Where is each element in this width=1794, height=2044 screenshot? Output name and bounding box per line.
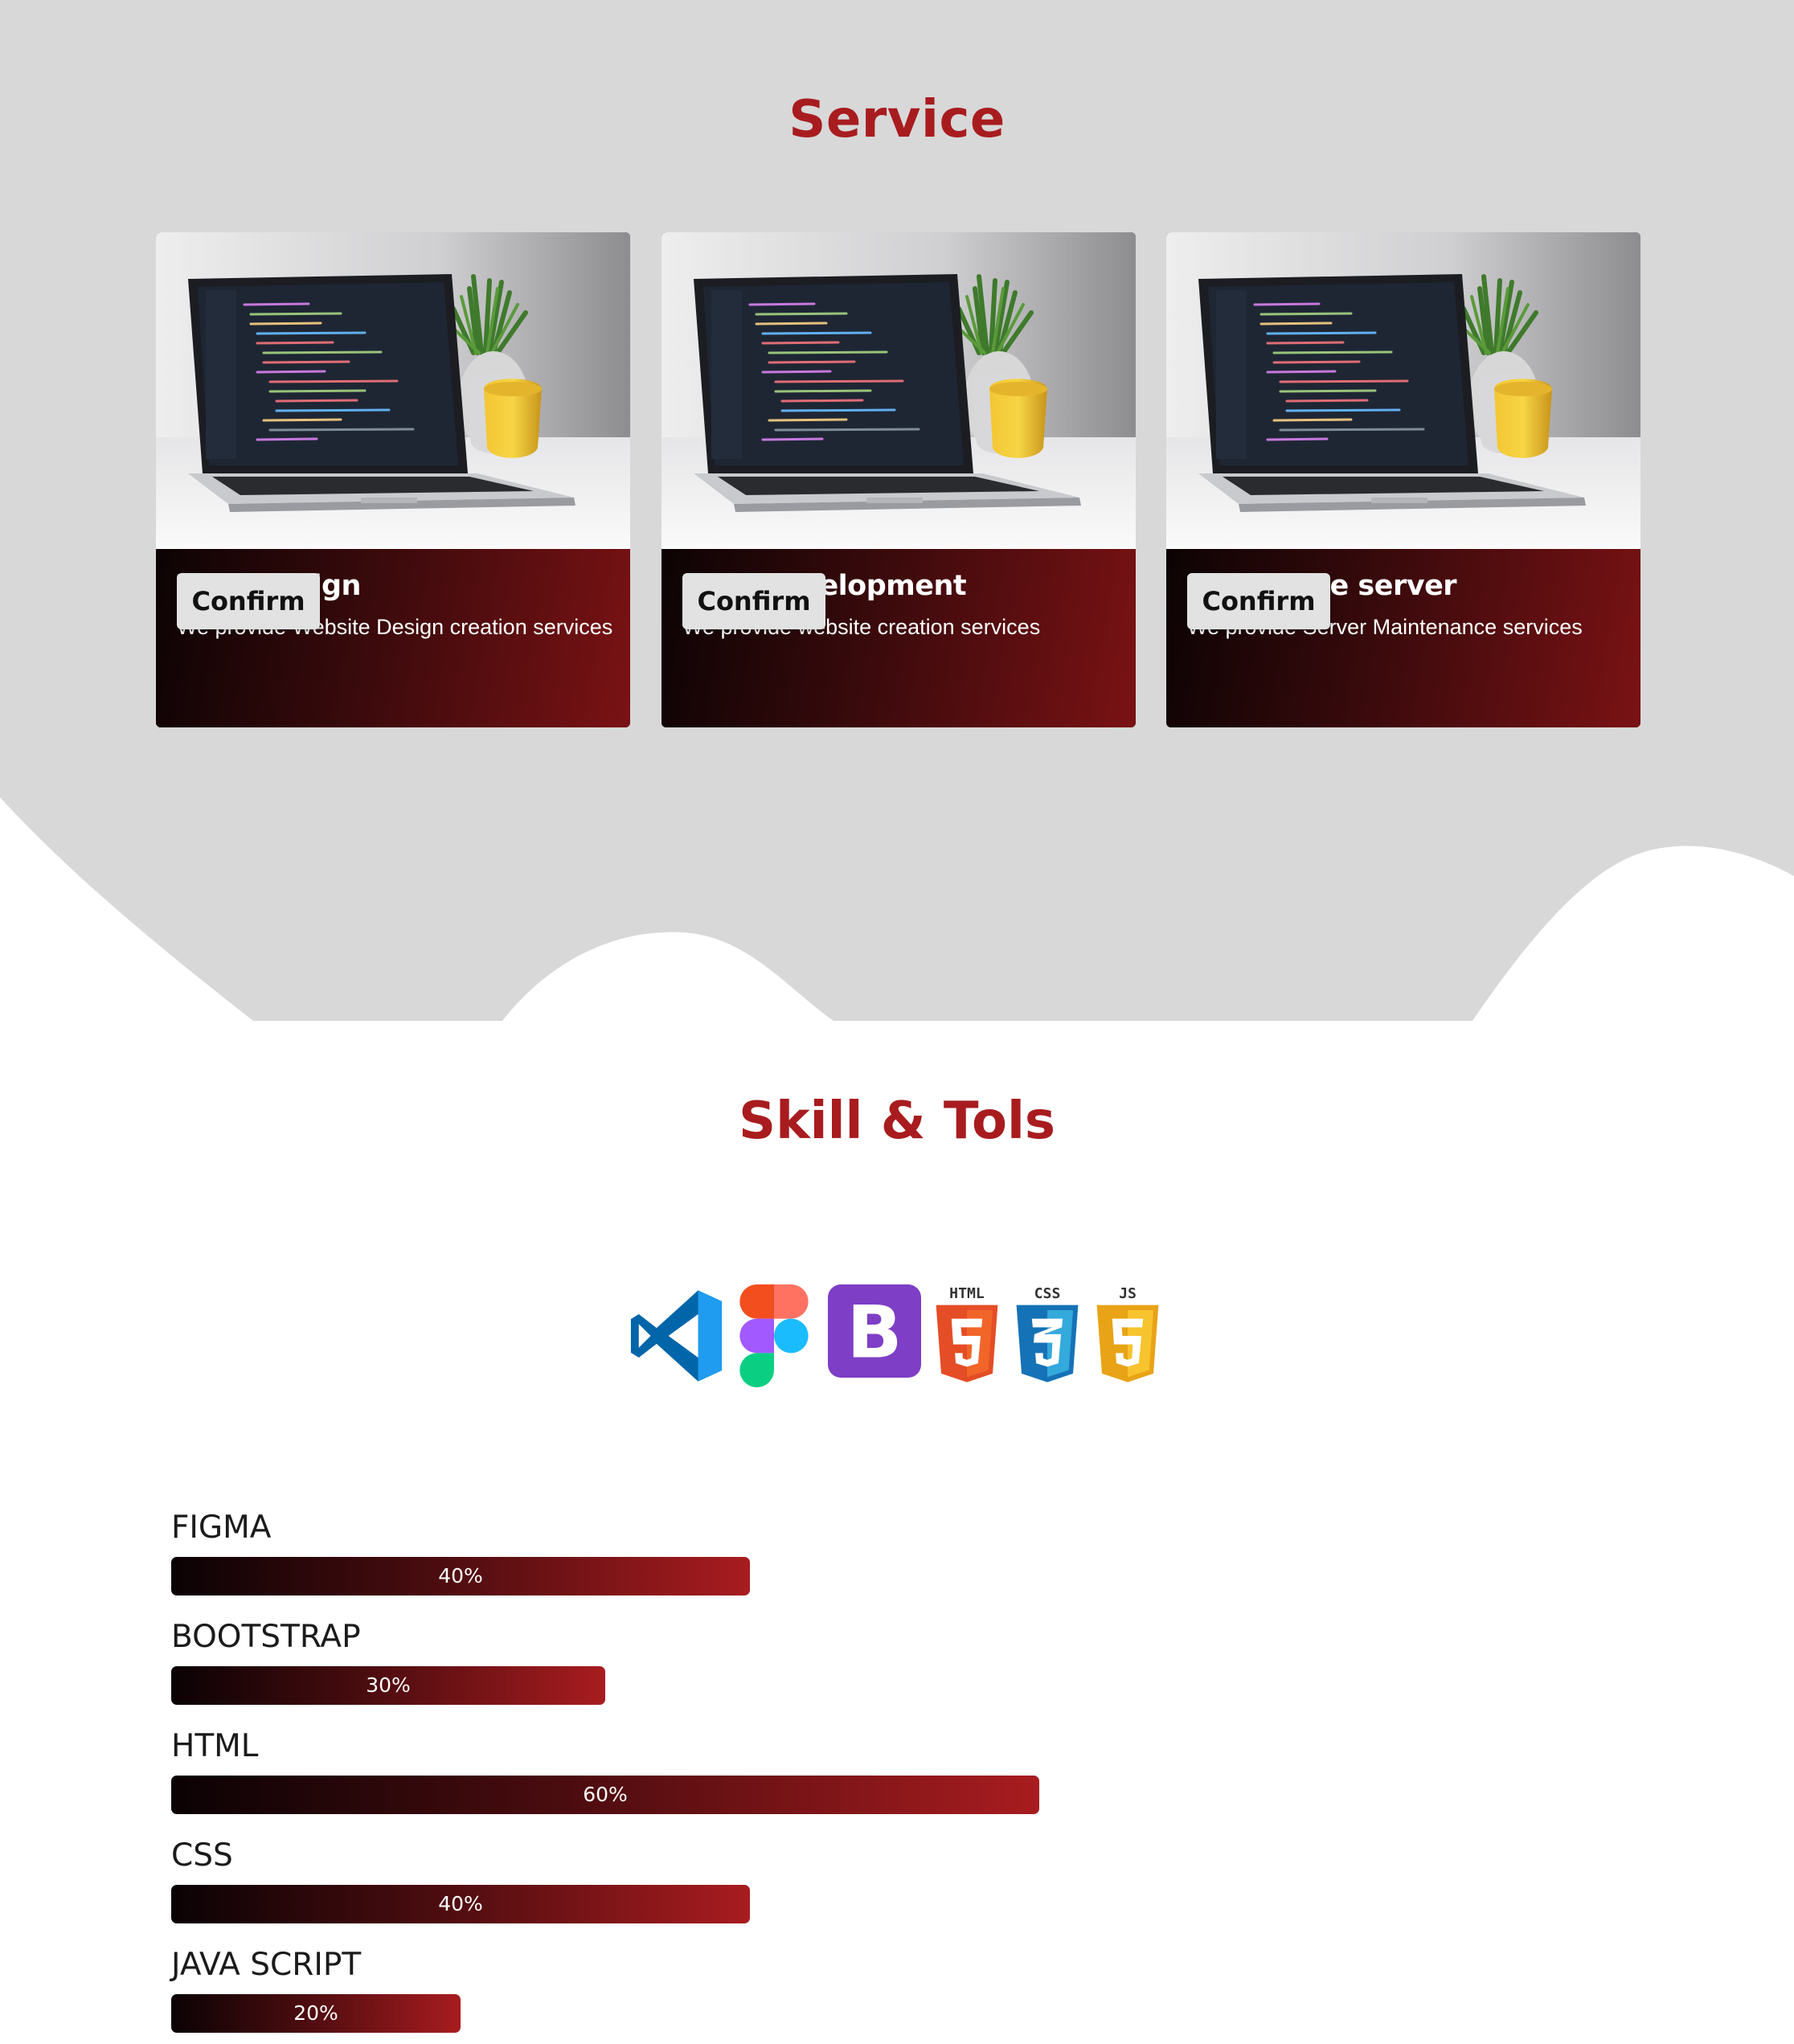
html5-icon: HTML — [936, 1285, 998, 1382]
skill-label-javascript: JAVA SCRIPT — [171, 1947, 362, 1983]
progress-track: 40% — [171, 1885, 1538, 1923]
skill-label-bootstrap: BOOTSTRAP — [171, 1619, 361, 1655]
laptop-photo — [661, 232, 1136, 549]
bootstrap-icon: B — [828, 1284, 921, 1378]
progress-bar-html: 60% — [171, 1776, 1039, 1814]
confirm-button[interactable]: Confirm — [1187, 573, 1330, 629]
bootstrap-letter: B — [847, 1290, 903, 1374]
css-label: CSS — [1034, 1285, 1061, 1302]
confirm-button[interactable]: Confirm — [177, 573, 320, 629]
progress-track: 60% — [171, 1776, 1538, 1814]
skill-label-html: HTML — [171, 1728, 259, 1764]
skill-label-css: CSS — [171, 1837, 233, 1874]
service-heading: Service — [788, 90, 1006, 150]
progress-bar-css: 40% — [171, 1885, 750, 1923]
confirm-button[interactable]: Confirm — [682, 573, 825, 629]
figma-icon — [739, 1284, 809, 1387]
progress-bar-bootstrap: 30% — [171, 1666, 605, 1705]
js-label: JS — [1119, 1285, 1137, 1302]
css3-icon: CSS — [1016, 1285, 1079, 1382]
laptop-photo — [156, 232, 630, 549]
progress-bar-javascript: 20% — [171, 1994, 461, 2033]
progress-bar-figma: 40% — [171, 1557, 750, 1595]
html-label: HTML — [949, 1285, 985, 1302]
service-card-web-development: Web Development We provide website creat… — [661, 232, 1136, 727]
laptop-photo — [1166, 232, 1640, 549]
progress-track: 20% — [171, 1994, 1538, 2033]
service-card-maintenance-server: Maintence server We provide Server Maint… — [1166, 232, 1640, 727]
progress-track: 30% — [171, 1666, 1538, 1705]
vscode-icon — [630, 1290, 723, 1382]
service-card-web-design: Web Design We provide Website Design cre… — [156, 232, 630, 727]
skills-heading: Skill & Tols — [739, 1092, 1055, 1151]
progress-track: 40% — [171, 1557, 1538, 1595]
js-icon: JS — [1096, 1285, 1159, 1382]
skill-label-figma: FIGMA — [171, 1509, 272, 1546]
